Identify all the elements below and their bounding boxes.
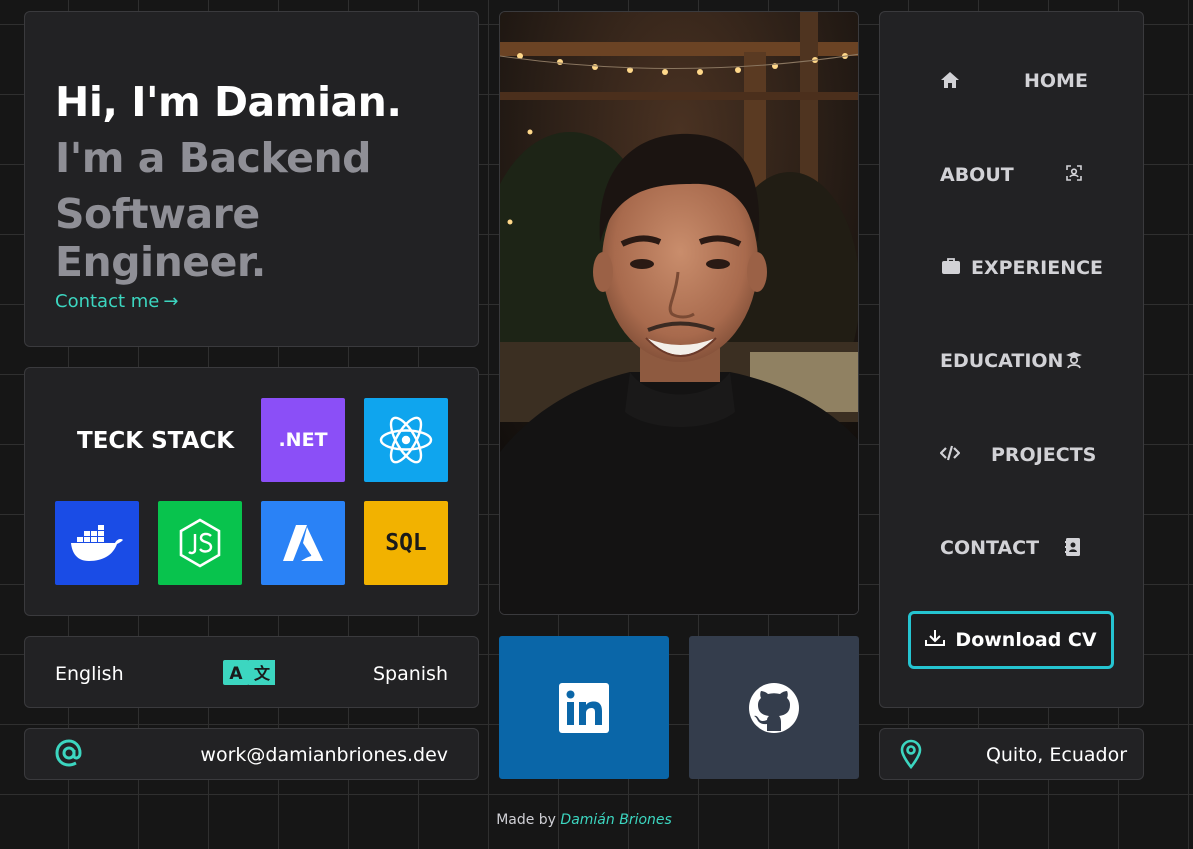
- dotnet-icon: .NET: [261, 398, 345, 482]
- language-switcher: English A 文 Spanish: [24, 636, 479, 708]
- download-cv-label: Download CV: [955, 629, 1097, 651]
- profile-photo: [499, 11, 859, 615]
- sql-label: SQL: [385, 530, 427, 556]
- nav-label-education: EDUCATION: [940, 350, 1064, 372]
- code-icon: [939, 445, 961, 465]
- nav-item-education[interactable]: EDUCATION: [940, 341, 1084, 381]
- github-icon: [749, 682, 799, 733]
- contact-me-link[interactable]: Contact me →: [55, 291, 178, 312]
- github-button[interactable]: [689, 636, 859, 779]
- at-icon: [55, 738, 83, 775]
- translate-icon[interactable]: A 文: [223, 659, 276, 689]
- nav-item-about[interactable]: ABOUT: [940, 155, 1084, 195]
- footer-prefix: Made by: [496, 812, 556, 828]
- address-book-icon: [1065, 538, 1081, 560]
- nav-item-contact[interactable]: CONTACT: [940, 528, 1084, 568]
- nav-label-home: HOME: [1024, 70, 1088, 92]
- email-address[interactable]: work@damianbriones.dev: [200, 744, 448, 766]
- azure-icon: [261, 501, 345, 585]
- nav-item-home[interactable]: HOME: [940, 61, 1088, 101]
- role-line-2: Software Engineer.: [55, 190, 266, 286]
- intro-card: Hi, I'm Damian. I'm a Backend Software E…: [24, 11, 479, 347]
- tech-stack-card: TECK STACK .NET SQL: [24, 367, 479, 616]
- user-scan-icon: [1066, 165, 1082, 185]
- arrow-right-icon: →: [163, 291, 179, 312]
- nodejs-icon: [158, 501, 242, 585]
- react-icon: [364, 398, 448, 482]
- location-text: Quito, Ecuador: [985, 744, 1127, 766]
- location-card: Quito, Ecuador: [879, 728, 1144, 780]
- greeting-heading: Hi, I'm Damian.: [55, 78, 402, 126]
- svg-text:文: 文: [254, 664, 271, 683]
- linkedin-icon: [559, 682, 609, 733]
- home-icon: [940, 71, 960, 93]
- svg-text:A: A: [229, 664, 243, 684]
- nav-label-about: ABOUT: [940, 164, 1014, 186]
- dotnet-label: .NET: [278, 429, 328, 451]
- download-icon: [925, 629, 946, 651]
- graduate-icon: [1065, 351, 1083, 373]
- language-english[interactable]: English: [55, 663, 124, 685]
- download-cv-button[interactable]: Download CV: [908, 611, 1114, 669]
- nav-item-experience[interactable]: EXPERIENCE: [940, 248, 1103, 288]
- nav-label-projects: PROJECTS: [991, 444, 1097, 466]
- nav-label-contact: CONTACT: [940, 537, 1040, 559]
- nav-label-experience: EXPERIENCE: [971, 257, 1104, 279]
- contact-me-label: Contact me: [55, 291, 160, 312]
- tech-stack-title: TECK STACK: [77, 428, 235, 454]
- linkedin-button[interactable]: [499, 636, 669, 779]
- nav-item-projects[interactable]: PROJECTS: [939, 435, 1096, 475]
- navigation-menu: HOME ABOUT EXPERIENCE EDUCATION PROJECTS…: [879, 11, 1144, 708]
- role-line-1: I'm a Backend: [55, 134, 371, 182]
- map-pin-icon: [900, 739, 922, 773]
- language-spanish[interactable]: Spanish: [373, 663, 448, 685]
- sql-icon: SQL: [364, 501, 448, 585]
- briefcase-icon: [942, 258, 960, 278]
- email-card: work@damianbriones.dev: [24, 728, 479, 780]
- docker-icon: [55, 501, 139, 585]
- footer-author-link[interactable]: Damián Briones: [560, 812, 671, 828]
- footer: Made by Damián Briones: [0, 812, 1168, 828]
